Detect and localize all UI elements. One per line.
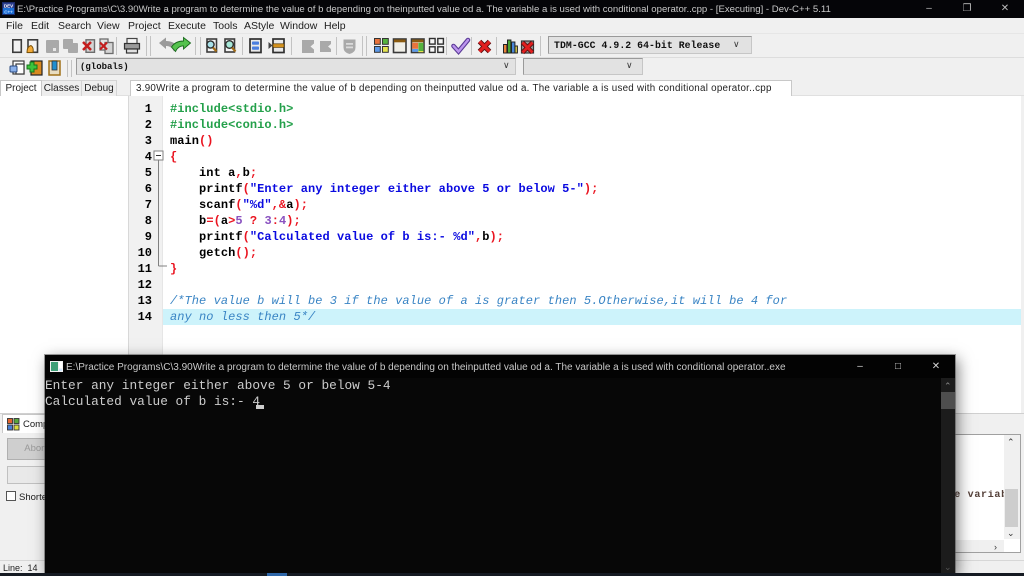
svg-text:DEV: DEV [4, 4, 13, 9]
svg-text:C++: C++ [4, 10, 13, 15]
